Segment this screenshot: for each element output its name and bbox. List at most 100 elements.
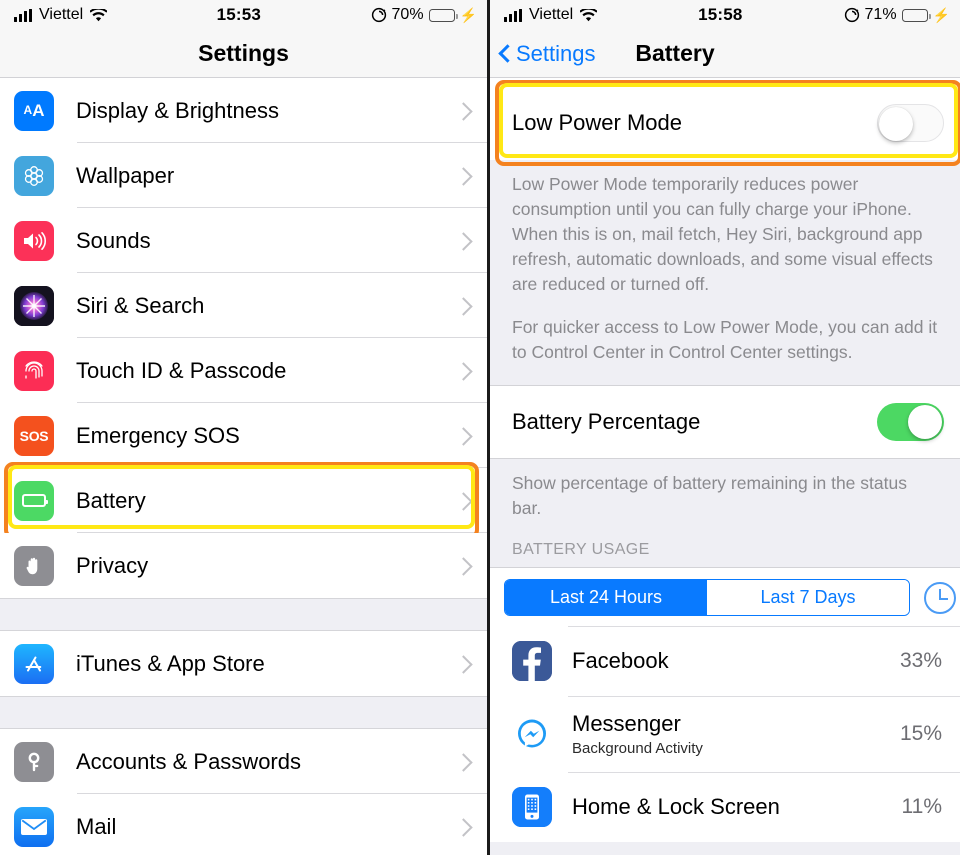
- battery-status-icon: [428, 8, 458, 22]
- chevron-right-icon: [457, 557, 467, 575]
- usage-text: Home & Lock Screen: [572, 794, 902, 820]
- status-right: 71% ⚡: [844, 6, 950, 24]
- segment-last-7-days[interactable]: Last 7 Days: [707, 580, 909, 615]
- sidebar-item-display-brightness[interactable]: AA Display & Brightness: [0, 78, 487, 143]
- left-status-bar: Viettel 15:53 70% ⚡: [0, 0, 487, 30]
- battery-usage-toolbar: Last 24 Hours Last 7 Days: [490, 567, 960, 626]
- row-label: Touch ID & Passcode: [76, 357, 287, 383]
- time-range-segmented-control[interactable]: Last 24 Hours Last 7 Days: [504, 579, 910, 616]
- usage-percent: 15%: [899, 722, 942, 745]
- left-nav-bar: Settings: [0, 30, 487, 78]
- chevron-right-icon: [457, 753, 467, 771]
- group-separator: [0, 696, 487, 729]
- usage-percent: 33%: [899, 649, 942, 672]
- low-power-mode-highlight-wrapper: Low Power Mode: [490, 80, 960, 166]
- status-time: 15:53: [216, 5, 262, 24]
- sidebar-item-battery[interactable]: Battery: [0, 468, 487, 533]
- low-power-mode-row[interactable]: Low Power Mode: [490, 86, 960, 160]
- row-label: iTunes & App Store: [76, 650, 265, 676]
- chevron-right-icon: [457, 167, 467, 185]
- back-button[interactable]: Settings: [499, 41, 596, 67]
- usage-text: Facebook: [572, 648, 900, 674]
- low-power-mode-footnote-2: For quicker access to Low Power Mode, yo…: [490, 297, 960, 365]
- sounds-icon: [14, 220, 54, 261]
- usage-app-name: Messenger: [572, 711, 681, 736]
- chevron-right-icon: [457, 655, 467, 673]
- usage-app-name: Facebook: [572, 648, 669, 673]
- carrier-name: Viettel: [39, 6, 84, 23]
- usage-percent: 11%: [901, 795, 942, 818]
- battery-percentage-row[interactable]: Battery Percentage: [490, 385, 960, 459]
- battery-settings-body: Low Power Mode Low Power Mode temporaril…: [490, 80, 960, 855]
- low-power-mode-label: Low Power Mode: [512, 110, 682, 135]
- row-label: Sounds: [76, 227, 151, 253]
- sidebar-item-privacy[interactable]: Privacy: [0, 533, 487, 598]
- sidebar-item-itunes-app-store[interactable]: iTunes & App Store: [0, 631, 487, 696]
- page-title: Settings: [198, 40, 289, 66]
- mail-icon: [14, 806, 54, 847]
- usage-row-home-lock-screen[interactable]: Home & Lock Screen 11%: [490, 772, 960, 842]
- display-brightness-icon: AA: [14, 90, 54, 131]
- row-label: Mail: [76, 813, 117, 839]
- segment-last-24-hours[interactable]: Last 24 Hours: [505, 580, 707, 615]
- usage-app-subtitle: Background Activity: [572, 740, 703, 757]
- row-label: Wallpaper: [76, 162, 175, 188]
- status-left: Viettel: [504, 6, 598, 24]
- wallpaper-icon: [14, 155, 54, 196]
- battery-usage-section-header: BATTERY USAGE: [490, 521, 960, 567]
- rotation-lock-icon: [371, 7, 387, 23]
- chevron-right-icon: [457, 297, 467, 315]
- accounts-passwords-key-icon: [14, 741, 54, 782]
- messenger-icon: [512, 714, 552, 754]
- status-right: 70% ⚡: [371, 6, 477, 24]
- row-label: Emergency SOS: [76, 422, 240, 448]
- sidebar-item-accounts-passwords[interactable]: Accounts & Passwords: [0, 729, 487, 794]
- low-power-mode-toggle[interactable]: [877, 104, 944, 142]
- usage-row-messenger[interactable]: Messenger Background Activity 15%: [490, 696, 960, 772]
- battery-percentage-label: Battery Percentage: [512, 409, 701, 434]
- clock-icon[interactable]: [924, 581, 956, 614]
- cellular-bars-icon: [504, 8, 522, 22]
- usage-text: Messenger Background Activity: [572, 711, 900, 757]
- row-label: Accounts & Passwords: [76, 748, 301, 774]
- low-power-mode-footnote-1: Low Power Mode temporarily reduces power…: [490, 160, 960, 297]
- usage-app-name: Home & Lock Screen: [572, 794, 780, 819]
- settings-list: AA Display & Brightness Wallpaper Sounds: [0, 78, 487, 855]
- usage-row-facebook[interactable]: Facebook 33%: [490, 626, 960, 696]
- cellular-bars-icon: [14, 8, 32, 22]
- wifi-icon: [580, 8, 598, 22]
- row-label: Privacy: [76, 552, 149, 578]
- app-store-icon: [14, 643, 54, 684]
- emergency-sos-icon: SOS: [14, 415, 54, 456]
- status-left: Viettel: [14, 6, 108, 24]
- chevron-right-icon: [457, 427, 467, 445]
- touch-id-icon: [14, 350, 54, 391]
- lightning-bolt-icon: ⚡: [932, 7, 950, 23]
- battery-percentage-footnote: Show percentage of battery remaining in …: [490, 459, 960, 521]
- chevron-right-icon: [457, 492, 467, 510]
- sidebar-item-wallpaper[interactable]: Wallpaper: [0, 143, 487, 208]
- battery-status-icon: [901, 8, 931, 22]
- right-nav-bar: Settings Battery: [490, 30, 960, 78]
- row-label: Siri & Search: [76, 292, 205, 318]
- battery-percent-text: 71%: [864, 6, 897, 23]
- carrier-name: Viettel: [529, 6, 574, 23]
- battery-row-highlight-wrapper: Battery: [0, 462, 487, 539]
- home-lock-screen-icon: [512, 787, 552, 827]
- chevron-right-icon: [457, 102, 467, 120]
- sidebar-item-sounds[interactable]: Sounds: [0, 208, 487, 273]
- sidebar-item-mail[interactable]: Mail: [0, 794, 487, 855]
- chevron-left-icon: [499, 44, 510, 63]
- sidebar-item-emergency-sos[interactable]: SOS Emergency SOS: [0, 403, 487, 468]
- siri-icon: [14, 285, 54, 326]
- sidebar-item-touch-id-passcode[interactable]: Touch ID & Passcode: [0, 338, 487, 403]
- dual-screenshot: Viettel 15:53 70% ⚡ Settings AA Display …: [0, 0, 960, 855]
- battery-percent-text: 70%: [391, 6, 424, 23]
- left-phone-settings-screen: Viettel 15:53 70% ⚡ Settings AA Display …: [0, 0, 487, 855]
- sidebar-item-siri-search[interactable]: Siri & Search: [0, 273, 487, 338]
- right-status-bar: Viettel 15:58 71% ⚡: [490, 0, 960, 30]
- lightning-bolt-icon: ⚡: [459, 7, 477, 23]
- battery-percentage-toggle[interactable]: [877, 403, 944, 441]
- chevron-right-icon: [457, 818, 467, 836]
- group-separator: [0, 598, 487, 631]
